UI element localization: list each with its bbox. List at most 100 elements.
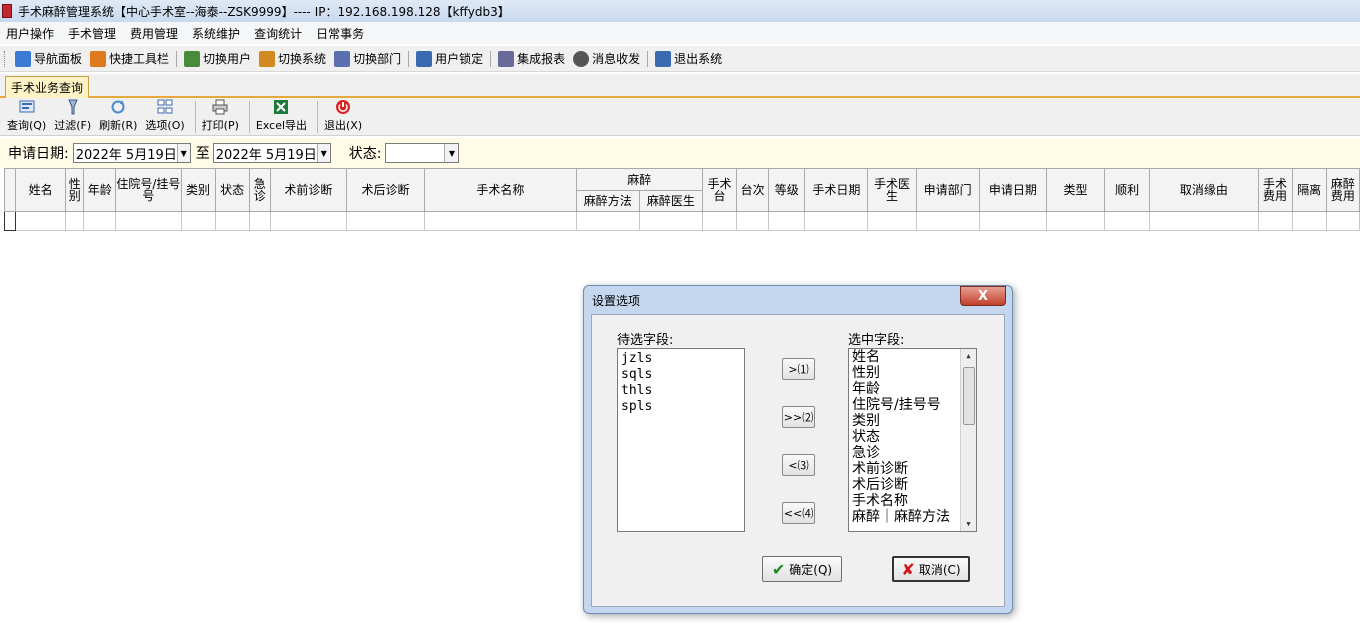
refresh-button[interactable]: 刷新(R) bbox=[97, 99, 143, 135]
table-cell[interactable] bbox=[915, 211, 980, 231]
print-button[interactable]: 打印(P) bbox=[200, 99, 245, 135]
col-header[interactable]: 申请部门 bbox=[915, 168, 980, 212]
selected-fields-list[interactable]: 姓名 性别 年龄 住院号/挂号号 类别 状态 急诊 术前诊断 术后诊断 手术名称… bbox=[848, 348, 977, 532]
query-button[interactable]: 查询(Q) bbox=[5, 99, 52, 135]
table-cell[interactable] bbox=[180, 211, 216, 231]
toolbar-switch-user[interactable]: 切换用户 bbox=[180, 50, 255, 67]
table-cell[interactable] bbox=[345, 211, 426, 231]
list-item[interactable]: thls bbox=[618, 383, 744, 399]
toolbar-shortcut[interactable]: 快捷工具栏 bbox=[86, 50, 173, 67]
table-cell[interactable] bbox=[214, 211, 250, 231]
row-indicator[interactable] bbox=[3, 211, 17, 231]
menu-user-ops[interactable]: 用户操作 bbox=[0, 25, 62, 42]
list-item[interactable]: 姓名 bbox=[849, 349, 976, 365]
table-cell[interactable] bbox=[248, 211, 271, 231]
list-item[interactable]: jzls bbox=[618, 351, 744, 367]
list-item[interactable]: 性别 bbox=[849, 365, 976, 381]
chevron-down-icon[interactable]: ▼ bbox=[316, 144, 330, 162]
list-item[interactable]: sqls bbox=[618, 367, 744, 383]
list-item[interactable]: 手术名称 bbox=[849, 493, 976, 509]
table-row[interactable] bbox=[3, 211, 1360, 231]
list-item[interactable]: 年龄 bbox=[849, 381, 976, 397]
table-cell[interactable] bbox=[1104, 211, 1151, 231]
scroll-thumb[interactable] bbox=[963, 367, 975, 425]
toolbar-switch-department[interactable]: 切换部门 bbox=[330, 50, 405, 67]
table-cell[interactable] bbox=[115, 211, 182, 231]
toolbar-message[interactable]: 消息收发 bbox=[569, 50, 644, 67]
col-header[interactable]: 取消缘由 bbox=[1149, 168, 1259, 212]
col-header[interactable]: 术前诊断 bbox=[269, 168, 347, 212]
options-button[interactable]: 选项(O) bbox=[143, 99, 190, 135]
toolbar-switch-system[interactable]: 切换系统 bbox=[255, 50, 330, 67]
chevron-down-icon[interactable]: ▼ bbox=[176, 144, 190, 162]
table-cell[interactable] bbox=[83, 211, 117, 231]
status-select[interactable]: ▼ bbox=[385, 143, 460, 163]
col-header[interactable]: 术后诊断 bbox=[345, 168, 426, 212]
table-cell[interactable] bbox=[736, 211, 770, 231]
col-header[interactable]: 等级 bbox=[768, 168, 806, 212]
col-header[interactable]: 隔离 bbox=[1291, 168, 1327, 212]
date-from-picker[interactable]: 2022年 5月19日 ▼ bbox=[72, 143, 191, 163]
col-header[interactable]: 年龄 bbox=[83, 168, 117, 212]
date-to-picker[interactable]: 2022年 5月19日 ▼ bbox=[212, 143, 331, 163]
filter-button[interactable]: 过滤(F) bbox=[52, 99, 97, 135]
ok-button[interactable]: ✔ 确定(Q) bbox=[762, 556, 842, 582]
col-header[interactable]: 手术日期 bbox=[804, 168, 869, 212]
col-header[interactable]: 手术费用 bbox=[1257, 168, 1293, 212]
list-item[interactable]: 住院号/挂号号 bbox=[849, 397, 976, 413]
list-item[interactable]: 状态 bbox=[849, 429, 976, 445]
table-cell[interactable] bbox=[701, 211, 738, 231]
toolbar-nav-panel[interactable]: 导航面板 bbox=[11, 50, 86, 67]
scroll-up-icon[interactable]: ▲ bbox=[961, 349, 976, 363]
toolbar-grip[interactable] bbox=[4, 50, 7, 67]
remove-all-fields-button[interactable]: <<⑷ bbox=[782, 502, 815, 524]
table-cell[interactable] bbox=[424, 211, 577, 231]
table-cell[interactable] bbox=[768, 211, 806, 231]
add-field-button[interactable]: >⑴ bbox=[782, 358, 815, 380]
close-button[interactable]: X bbox=[960, 286, 1006, 306]
list-item[interactable]: 术后诊断 bbox=[849, 477, 976, 493]
table-cell[interactable] bbox=[978, 211, 1047, 231]
add-all-fields-button[interactable]: >>⑵ bbox=[782, 406, 815, 428]
menu-system-maint[interactable]: 系统维护 bbox=[186, 25, 248, 42]
col-header[interactable]: 麻醉方法 bbox=[575, 190, 640, 212]
toolbar-user-lock[interactable]: 用户锁定 bbox=[412, 50, 487, 67]
scroll-down-icon[interactable]: ▼ bbox=[961, 517, 976, 531]
table-cell[interactable] bbox=[867, 211, 917, 231]
list-item[interactable]: 急诊 bbox=[849, 445, 976, 461]
excel-export-button[interactable]: Excel导出 bbox=[254, 99, 313, 135]
table-cell[interactable] bbox=[804, 211, 869, 231]
available-fields-list[interactable]: jzls sqls thls spls bbox=[617, 348, 745, 532]
col-header[interactable]: 顺利 bbox=[1104, 168, 1151, 212]
table-cell[interactable] bbox=[1149, 211, 1259, 231]
list-item[interactable]: spls bbox=[618, 399, 744, 415]
menu-daily-affairs[interactable]: 日常事务 bbox=[310, 25, 372, 42]
list-item[interactable]: 类别 bbox=[849, 413, 976, 429]
table-cell[interactable] bbox=[575, 211, 640, 231]
selected-list-scrollbar[interactable]: ▲ ▼ bbox=[960, 349, 976, 531]
col-header[interactable]: 手术台 bbox=[701, 168, 738, 212]
remove-field-button[interactable]: <⑶ bbox=[782, 454, 815, 476]
table-cell[interactable] bbox=[1325, 211, 1360, 231]
col-header[interactable]: 姓名 bbox=[15, 168, 67, 212]
col-header[interactable]: 急诊 bbox=[248, 168, 271, 212]
menu-fee-mgmt[interactable]: 费用管理 bbox=[124, 25, 186, 42]
menu-query-stats[interactable]: 查询统计 bbox=[248, 25, 310, 42]
cancel-button[interactable]: ✘ 取消(C) bbox=[892, 556, 970, 582]
col-header[interactable]: 住院号/挂号号 bbox=[115, 168, 182, 212]
toolbar-report[interactable]: 集成报表 bbox=[494, 50, 569, 67]
col-header[interactable]: 类型 bbox=[1045, 168, 1106, 212]
table-cell[interactable] bbox=[269, 211, 347, 231]
table-cell[interactable] bbox=[65, 211, 85, 231]
col-header[interactable]: 类别 bbox=[180, 168, 216, 212]
col-header[interactable]: 申请日期 bbox=[978, 168, 1047, 212]
chevron-down-icon[interactable]: ▼ bbox=[444, 144, 459, 162]
menu-surgery-mgmt[interactable]: 手术管理 bbox=[62, 25, 124, 42]
col-header[interactable]: 台次 bbox=[736, 168, 770, 212]
table-cell[interactable] bbox=[1257, 211, 1293, 231]
exit-button[interactable]: 退出(X) bbox=[322, 99, 368, 135]
col-header[interactable]: 手术名称 bbox=[424, 168, 577, 212]
col-header[interactable]: 性别 bbox=[65, 168, 85, 212]
col-header[interactable]: 麻醉费用 bbox=[1325, 168, 1360, 212]
list-item[interactable]: 术前诊断 bbox=[849, 461, 976, 477]
